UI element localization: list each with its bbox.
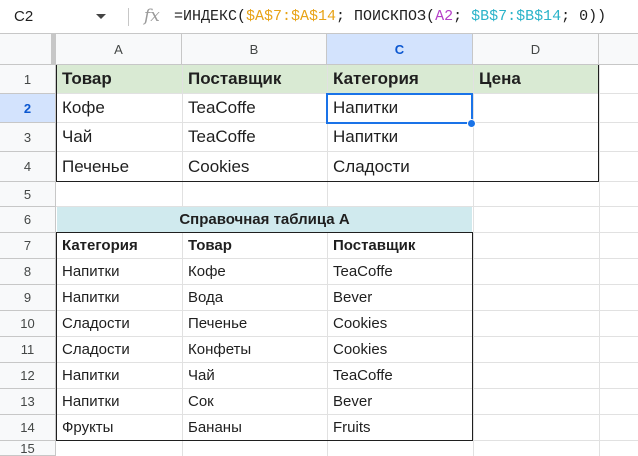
active-cell-selection[interactable] <box>326 93 473 124</box>
row-header-15[interactable]: 15 <box>0 441 56 456</box>
cell-a7[interactable]: Категория <box>57 233 182 258</box>
formula-suffix: ; 0)) <box>561 8 607 25</box>
row-header-3[interactable]: 3 <box>0 123 56 152</box>
row-header-11[interactable]: 11 <box>0 337 56 363</box>
cell-c14[interactable]: Fruits <box>328 415 472 440</box>
table-border <box>56 181 599 182</box>
chevron-down-icon[interactable] <box>96 14 106 19</box>
row-header-12[interactable]: 12 <box>0 363 56 389</box>
formula-bar: C2 fx =ИНДЕКС($A$7:$A$14; ПОИСКПОЗ(A2; $… <box>0 0 638 34</box>
row-header-8[interactable]: 8 <box>0 259 56 285</box>
cell-c1[interactable]: Категория <box>328 65 473 93</box>
formula-mid-2: ; <box>453 8 472 25</box>
formula-ref-2: A2 <box>435 8 454 25</box>
cell-b12[interactable]: Чай <box>183 363 327 388</box>
column-header-d[interactable]: D <box>473 34 599 65</box>
cell-c8[interactable]: TeaCoffe <box>328 259 472 284</box>
cell-b11[interactable]: Конфеты <box>183 337 327 362</box>
cell-a14[interactable]: Фрукты <box>57 415 182 440</box>
cell-b2[interactable]: TeaCoffe <box>183 94 327 122</box>
row-header-2[interactable]: 2 <box>0 94 56 123</box>
formula-ref-3: $B$7:$B$14 <box>471 8 562 25</box>
table-border <box>56 440 473 441</box>
name-box[interactable]: C2 <box>0 0 120 33</box>
cell-a8[interactable]: Напитки <box>57 259 182 284</box>
cell-a11[interactable]: Сладости <box>57 337 182 362</box>
cell-c12[interactable]: TeaCoffe <box>328 363 472 388</box>
formula-ref-1: $A$7:$A$14 <box>246 8 337 25</box>
fx-icon: fx <box>144 6 160 26</box>
table-border <box>56 232 473 233</box>
cell-a3[interactable]: Чай <box>57 123 182 151</box>
cell-a9[interactable]: Напитки <box>57 285 182 310</box>
table-border <box>472 232 473 441</box>
table-border <box>598 65 599 182</box>
table-border <box>56 65 57 182</box>
cell-a1[interactable]: Товар <box>57 65 182 93</box>
row-header-10[interactable]: 10 <box>0 311 56 337</box>
cell-b13[interactable]: Сок <box>183 389 327 414</box>
name-box-value: C2 <box>14 8 34 25</box>
cell-b3[interactable]: TeaCoffe <box>183 123 327 151</box>
cell-a13[interactable]: Напитки <box>57 389 182 414</box>
row-header-1[interactable]: 1 <box>0 65 56 94</box>
cell-b9[interactable]: Вода <box>183 285 327 310</box>
gridline <box>599 65 600 456</box>
cell-c7[interactable]: Поставщик <box>328 233 472 258</box>
cell-a12[interactable]: Напитки <box>57 363 182 388</box>
column-header-a[interactable]: A <box>56 34 182 65</box>
row-header-7[interactable]: 7 <box>0 233 56 259</box>
cell-b10[interactable]: Печенье <box>183 311 327 336</box>
cell-b7[interactable]: Товар <box>183 233 327 258</box>
cell-c13[interactable]: Bever <box>328 389 472 414</box>
cell-a2[interactable]: Кофе <box>57 94 182 122</box>
formula-bar-divider <box>128 8 129 26</box>
cell-c3[interactable]: Напитки <box>328 123 473 151</box>
cell-b14[interactable]: Бананы <box>183 415 327 440</box>
column-header-e[interactable] <box>599 34 638 65</box>
formula-input[interactable]: =ИНДЕКС($A$7:$A$14; ПОИСКПОЗ(A2; $B$7:$B… <box>174 0 606 33</box>
reference-table-title[interactable]: Справочная таблица А <box>57 207 472 232</box>
select-all-corner[interactable] <box>0 34 56 65</box>
row-header-5[interactable]: 5 <box>0 182 56 207</box>
row-header-9[interactable]: 9 <box>0 285 56 311</box>
row-header-4[interactable]: 4 <box>0 152 56 182</box>
cell-d1[interactable]: Цена <box>474 65 599 93</box>
cell-b8[interactable]: Кофе <box>183 259 327 284</box>
column-header-b[interactable]: B <box>182 34 327 65</box>
cell-c10[interactable]: Cookies <box>328 311 472 336</box>
row-header-13[interactable]: 13 <box>0 389 56 415</box>
cell-c4[interactable]: Сладости <box>328 152 473 181</box>
cell-a4[interactable]: Печенье <box>57 152 182 181</box>
row-header-14[interactable]: 14 <box>0 415 56 441</box>
cell-a10[interactable]: Сладости <box>57 311 182 336</box>
cell-b4[interactable]: Cookies <box>183 152 327 181</box>
table-border <box>56 232 57 441</box>
fill-handle[interactable] <box>467 119 476 128</box>
cell-c11[interactable]: Cookies <box>328 337 472 362</box>
formula-prefix: =ИНДЕКС( <box>174 8 247 25</box>
cell-b1[interactable]: Поставщик <box>183 65 327 93</box>
column-header-c[interactable]: C <box>327 34 473 65</box>
cell-c9[interactable]: Bever <box>328 285 472 310</box>
row-header-6[interactable]: 6 <box>0 207 56 233</box>
formula-mid-1: ; ПОИСКПОЗ( <box>336 8 436 25</box>
